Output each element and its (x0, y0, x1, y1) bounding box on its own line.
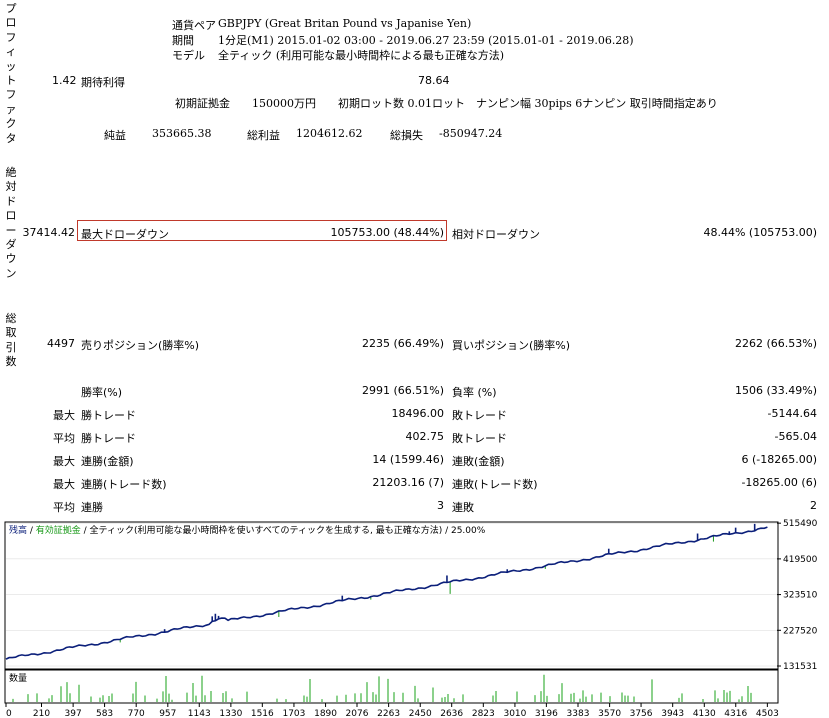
x-tick-label: 2263 (377, 709, 400, 718)
x-tick-label: 957 (159, 709, 176, 718)
x-tick-label: 210 (33, 709, 50, 718)
x-axis-ticks: 0 210 397 583 770 957 1143 1330 1516 1703 1890 2076… (5, 703, 779, 718)
x-tick-label: 4130 (693, 709, 716, 718)
stat-row-left-value: 3 (437, 499, 444, 512)
rel-drawdown-value: 48.44% (105753.00) (703, 226, 817, 239)
gross-loss-value: -850947.24 (439, 127, 503, 140)
stat-row-right-value: 2 (810, 499, 817, 512)
stat-row-prefix: 最大 (53, 455, 75, 468)
x-tick-label: 3383 (567, 709, 590, 718)
expected-payoff-value: 78.64 (418, 74, 450, 87)
stat-row-right-value: -5144.64 (767, 407, 817, 420)
y-tick-label: 323510 (783, 591, 818, 601)
x-tick-label: 4503 (756, 709, 779, 718)
net-profit-label: 純益 (104, 129, 126, 142)
balance-chart: 515490 419500 323510 227520 131531 0 210 397 58… (4, 519, 818, 718)
balance-plot-area (4, 521, 779, 670)
x-tick-label: 2076 (346, 709, 369, 718)
short-positions-value: 2235 (66.49%) (361, 337, 444, 350)
stat-row-right-label: 連敗(金額) (452, 455, 505, 468)
x-tick-label: 397 (65, 709, 82, 718)
pair-value: GBPJPY (Great Britan Pound vs Japanise Y… (218, 17, 472, 30)
x-tick-label: 3943 (661, 709, 684, 718)
stat-row-prefix: 最大 (53, 478, 75, 491)
y-axis-ticks: 515490 419500 323510 227520 131531 (777, 519, 818, 672)
stat-row-left-value: 14 (1599.46) (372, 453, 444, 466)
y-tick-label: 131531 (783, 662, 817, 672)
x-tick-label: 1330 (219, 709, 242, 718)
stat-row-left-label: 連勝(金額) (81, 455, 134, 468)
legend-description: / 全ティック(利用可能な最小時間枠を使いすべてのティックを生成する, 最も正確… (81, 524, 486, 536)
abs-drawdown-side-label: 絶対ドローダウン (5, 166, 17, 280)
x-tick-label: 3570 (598, 709, 621, 718)
win-rate-value: 2991 (66.51%) (361, 384, 444, 397)
y-tick-label: 419500 (783, 555, 818, 565)
long-positions-value: 2262 (66.53%) (734, 337, 817, 350)
stat-row-left-label: 勝トレード (81, 409, 136, 422)
x-tick-label: 1143 (188, 709, 211, 718)
y-tick-label: 227520 (783, 626, 818, 636)
x-tick-label: 2636 (440, 709, 463, 718)
gross-profit-value: 1204612.62 (296, 127, 363, 140)
net-profit-value: 353665.38 (152, 127, 212, 140)
short-positions-label: 売りポジション(勝率%) (81, 339, 200, 352)
x-tick-label: 2450 (409, 709, 432, 718)
stat-row-left-value: 18496.00 (391, 407, 445, 420)
legend-balance: 残高 (9, 524, 27, 536)
profit-factor-side-label: プロフィットファクタ (5, 2, 17, 145)
model-label: モデル (172, 49, 205, 62)
y-tick-label: 515490 (783, 519, 818, 529)
test-settings: 初期証拠金 150000万円 初期ロット数 0.01ロット ナンピン幅 30pi… (175, 97, 718, 110)
stat-row-right-label: 連敗(トレード数) (452, 478, 538, 491)
stat-row-right-label: 敗トレード (452, 432, 507, 445)
expected-payoff-label: 期待利得 (81, 76, 125, 89)
loss-rate-value: 1506 (33.49%) (734, 384, 817, 397)
x-tick-label: 1890 (314, 709, 337, 718)
profit-factor-value: 1.42 (52, 74, 77, 87)
chart-legend: 残高 / 有効証拠金 / 全ティック(利用可能な最小時間枠を使いすべてのティック… (9, 524, 486, 536)
stat-row-prefix: 平均 (53, 432, 75, 445)
stat-row-right-value: -565.04 (774, 430, 817, 443)
stat-row-left-value: 21203.16 (7) (372, 476, 444, 489)
gross-profit-label: 総利益 (247, 129, 280, 142)
x-tick-label: 2823 (472, 709, 495, 718)
abs-drawdown-value: 37414.42 (22, 226, 76, 239)
x-tick-label: 3196 (535, 709, 558, 718)
x-tick-label: 3010 (503, 709, 526, 718)
stat-row-right-label: 敗トレード (452, 409, 507, 422)
stat-row-left-label: 連勝(トレード数) (81, 478, 167, 491)
stat-row-left-value: 402.75 (405, 430, 445, 443)
stat-row-right-value: 6 (-18265.00) (741, 453, 817, 466)
x-tick-label: 770 (128, 709, 145, 718)
loss-rate-label: 負率 (%) (452, 386, 497, 399)
max-drawdown-value: 105753.00 (48.44%) (330, 226, 444, 239)
x-tick-label: 4316 (724, 709, 747, 718)
period-label: 期間 (172, 34, 194, 47)
period-value: 1分足(M1) 2015.01-02 03:00 - 2019.06.27 23… (218, 34, 634, 47)
rel-drawdown-label: 相対ドローダウン (452, 228, 540, 241)
long-positions-label: 買いポジション(勝率%) (452, 339, 571, 352)
stat-row-left-label: 勝トレード (81, 432, 136, 445)
win-rate-label: 勝率(%) (81, 386, 123, 399)
pair-label: 通貨ペア (172, 19, 216, 32)
volume-plot-area (4, 669, 779, 704)
total-trades-value: 4497 (47, 337, 75, 350)
x-tick-label: 583 (96, 709, 113, 718)
x-tick-label: 0 (6, 709, 12, 718)
x-tick-label: 1703 (282, 709, 305, 718)
legend-equity: 有効証拠金 (36, 524, 81, 536)
volume-label: 数量 (9, 672, 27, 684)
x-tick-label: 1516 (251, 709, 274, 718)
gross-loss-label: 総損失 (390, 129, 423, 142)
max-drawdown-label: 最大ドローダウン (81, 228, 169, 241)
stat-row-right-value: -18265.00 (6) (741, 476, 817, 489)
x-tick-label: 3756 (630, 709, 653, 718)
stat-row-prefix: 最大 (53, 409, 75, 422)
model-value: 全ティック (利用可能な最小時間枠による最も正確な方法) (218, 49, 505, 62)
